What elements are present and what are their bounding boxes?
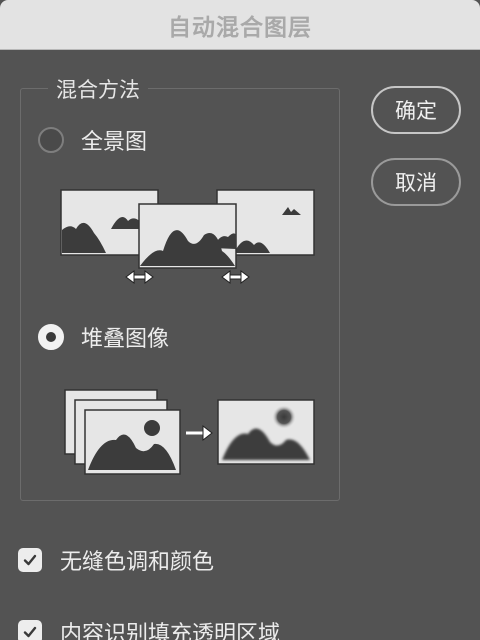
blend-method-legend: 混合方法: [48, 74, 148, 104]
content-aware-fill-label: 内容识别填充透明区域: [60, 622, 281, 640]
checkmark-icon: [23, 554, 37, 566]
checkbox-checked[interactable]: [18, 620, 42, 640]
radio-panorama-label: 全景图: [81, 130, 148, 155]
panorama-illustration: [60, 189, 315, 284]
checkmark-icon: [23, 626, 37, 638]
seamless-tones-checkbox-row[interactable]: 无缝色调和颜色: [18, 544, 214, 576]
content-aware-fill-checkbox-row[interactable]: 内容识别填充透明区域: [18, 616, 280, 640]
window-title: 自动混合图层: [168, 14, 312, 41]
radio-button-checked[interactable]: [38, 324, 64, 350]
title-bar: 自动混合图层: [0, 0, 480, 50]
radio-button-unchecked[interactable]: [38, 127, 64, 153]
checkbox-checked[interactable]: [18, 548, 42, 572]
radio-panorama[interactable]: 全景图: [38, 124, 147, 156]
radio-stack-images[interactable]: 堆叠图像: [38, 321, 169, 353]
cancel-button[interactable]: 取消: [371, 158, 461, 206]
ok-button[interactable]: 确定: [371, 86, 461, 134]
stack-images-illustration: [64, 389, 315, 475]
seamless-tones-label: 无缝色调和颜色: [60, 550, 215, 575]
radio-stack-images-label: 堆叠图像: [81, 327, 170, 352]
